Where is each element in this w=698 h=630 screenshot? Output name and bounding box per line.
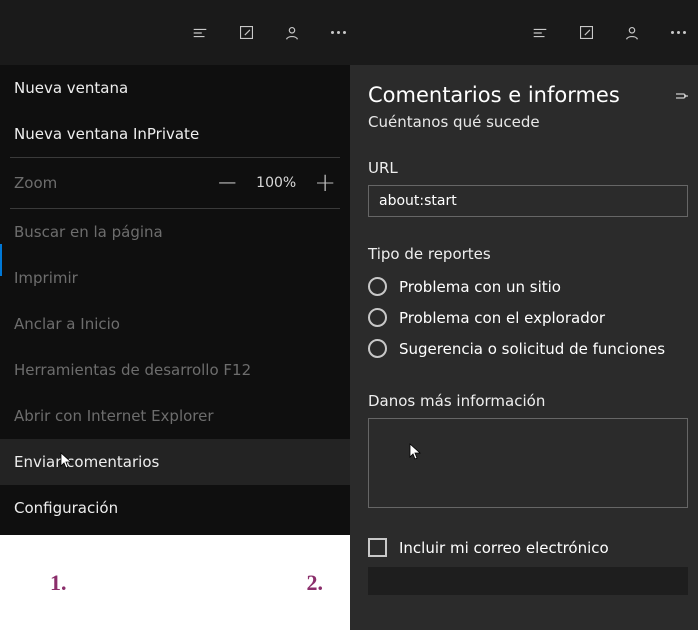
radio-site-problem[interactable]: Problema con un sitio: [368, 277, 688, 296]
edit-icon[interactable]: [236, 23, 256, 43]
profile-icon[interactable]: [282, 23, 302, 43]
zoom-in-button[interactable]: +: [314, 170, 336, 196]
radio-label: Problema con el explorador: [399, 309, 605, 327]
topbar-left: [190, 23, 348, 43]
menu-new-window[interactable]: Nueva ventana: [0, 65, 350, 111]
radio-icon: [368, 339, 387, 358]
menu-icon[interactable]: [190, 23, 210, 43]
feedback-subtitle: Cuéntanos qué sucede: [368, 113, 688, 131]
accent-indicator: [0, 244, 2, 276]
radio-label: Problema con un sitio: [399, 278, 561, 296]
feedback-panel: Comentarios e informes Cuéntanos qué suc…: [350, 65, 698, 630]
email-input[interactable]: [368, 567, 688, 595]
menu-zoom: Zoom − 100% +: [0, 158, 350, 208]
more-icon[interactable]: [668, 23, 688, 43]
menu-open-ie[interactable]: Abrir con Internet Explorer: [0, 393, 350, 439]
radio-icon: [368, 308, 387, 327]
radio-label: Sugerencia o solicitud de funciones: [399, 340, 665, 358]
url-label: URL: [368, 159, 688, 177]
radio-browser-problem[interactable]: Problema con el explorador: [368, 308, 688, 327]
menu-feedback-label: Enviar comentarios: [14, 453, 159, 471]
include-email-checkbox[interactable]: Incluir mi correo electrónico: [368, 538, 688, 557]
radio-icon: [368, 277, 387, 296]
more-info-textarea[interactable]: [368, 418, 688, 508]
menu-print[interactable]: Imprimir: [0, 255, 350, 301]
main-content: Nueva ventana Nueva ventana InPrivate Zo…: [0, 65, 698, 630]
checkbox-label: Incluir mi correo electrónico: [399, 539, 609, 557]
cursor-icon: [409, 443, 421, 461]
annotation-1: 1.: [50, 570, 67, 596]
topbar: [0, 0, 698, 65]
pin-icon[interactable]: [674, 88, 688, 102]
menu-dev-tools[interactable]: Herramientas de desarrollo F12: [0, 347, 350, 393]
menu-settings[interactable]: Configuración: [0, 485, 350, 531]
annotation-2: 2.: [307, 570, 324, 596]
profile-icon[interactable]: [622, 23, 642, 43]
menu-pin-start[interactable]: Anclar a Inicio: [0, 301, 350, 347]
flyout-menu: Nueva ventana Nueva ventana InPrivate Zo…: [0, 65, 350, 630]
menu-icon[interactable]: [530, 23, 550, 43]
checkbox-icon: [368, 538, 387, 557]
menu-new-inprivate[interactable]: Nueva ventana InPrivate: [0, 111, 350, 157]
topbar-right: [530, 23, 688, 43]
menu-feedback[interactable]: Enviar comentarios: [0, 439, 350, 485]
annotation-footer: 1. 2.: [0, 535, 350, 630]
zoom-value: 100%: [256, 175, 296, 191]
more-info-label: Danos más información: [368, 392, 688, 410]
report-type-label: Tipo de reportes: [368, 245, 688, 263]
url-input[interactable]: [368, 185, 688, 217]
radio-suggestion[interactable]: Sugerencia o solicitud de funciones: [368, 339, 688, 358]
zoom-out-button[interactable]: −: [216, 170, 238, 196]
zoom-label: Zoom: [14, 174, 57, 192]
edit-icon[interactable]: [576, 23, 596, 43]
feedback-title: Comentarios e informes: [368, 83, 620, 107]
menu-find[interactable]: Buscar en la página: [0, 209, 350, 255]
more-icon[interactable]: [328, 23, 348, 43]
